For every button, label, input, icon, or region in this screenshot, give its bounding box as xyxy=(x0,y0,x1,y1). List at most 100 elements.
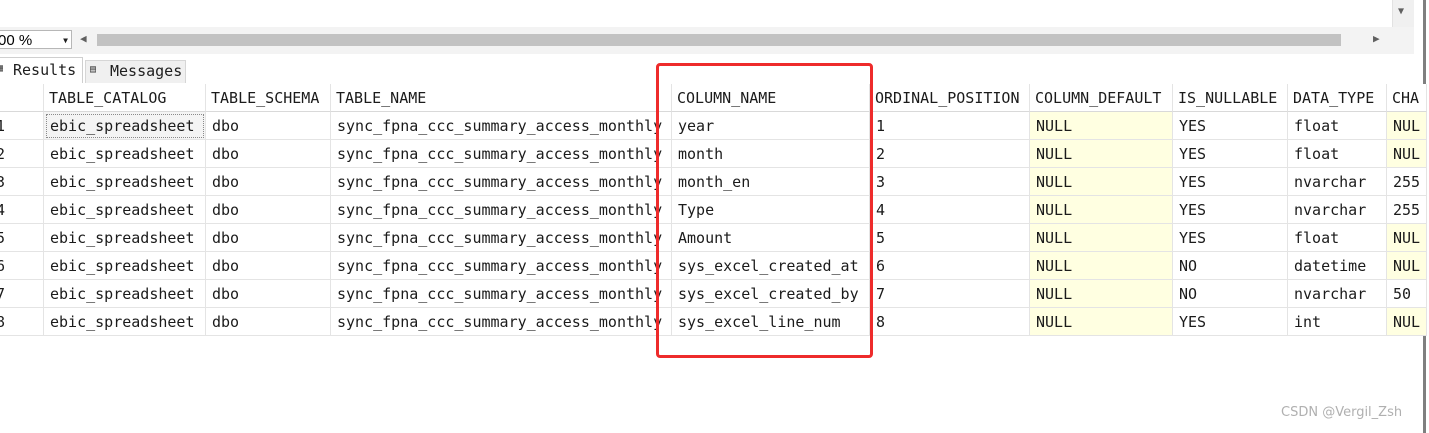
grid-cell[interactable]: YES xyxy=(1173,308,1288,336)
horizontal-scrollbar-thumb[interactable] xyxy=(97,34,1341,46)
grid-cell[interactable]: nvarchar xyxy=(1288,196,1387,224)
row-number[interactable]: 8 xyxy=(0,308,44,336)
scroll-down-icon[interactable]: ▼ xyxy=(1398,6,1404,17)
grid-cell[interactable]: YES xyxy=(1173,112,1288,140)
row-number[interactable]: 4 xyxy=(0,196,44,224)
grid-cell[interactable]: sync_fpna_ccc_summary_access_monthly xyxy=(331,112,672,140)
table-row[interactable]: 1ebic_spreadsheetdbosync_fpna_ccc_summar… xyxy=(0,112,1427,140)
column-header[interactable]: COLUMN_DEFAULT xyxy=(1030,84,1173,112)
grid-cell[interactable]: YES xyxy=(1173,140,1288,168)
grid-cell[interactable]: dbo xyxy=(206,140,331,168)
table-row[interactable]: 4ebic_spreadsheetdbosync_fpna_ccc_summar… xyxy=(0,196,1427,224)
row-number[interactable]: 6 xyxy=(0,252,44,280)
grid-cell[interactable]: sync_fpna_ccc_summary_access_monthly xyxy=(331,168,672,196)
grid-cell[interactable]: 5 xyxy=(870,224,1030,252)
column-header[interactable]: ORDINAL_POSITION xyxy=(870,84,1030,112)
tab-results[interactable]: ▦ Results xyxy=(0,57,83,83)
grid-cell[interactable]: sync_fpna_ccc_summary_access_monthly xyxy=(331,196,672,224)
column-header[interactable]: DATA_TYPE xyxy=(1288,84,1387,112)
column-header[interactable]: TABLE_SCHEMA xyxy=(206,84,331,112)
grid-cell[interactable]: YES xyxy=(1173,224,1288,252)
grid-cell[interactable]: NULL xyxy=(1030,140,1173,168)
grid-cell[interactable]: 255 xyxy=(1387,168,1427,196)
editor-vertical-scrollbar[interactable]: ▼ xyxy=(1392,0,1415,27)
grid-cell[interactable]: ebic_spreadsheet xyxy=(44,112,206,140)
table-row[interactable]: 3ebic_spreadsheetdbosync_fpna_ccc_summar… xyxy=(0,168,1427,196)
table-row[interactable]: 7ebic_spreadsheetdbosync_fpna_ccc_summar… xyxy=(0,280,1427,308)
row-number[interactable]: 1 xyxy=(0,112,44,140)
grid-cell[interactable]: 255 xyxy=(1387,196,1427,224)
grid-cell[interactable]: dbo xyxy=(206,280,331,308)
grid-cell[interactable]: NULL xyxy=(1030,196,1173,224)
grid-cell[interactable]: sync_fpna_ccc_summary_access_monthly xyxy=(331,224,672,252)
select-all-corner[interactable] xyxy=(0,84,44,112)
grid-cell[interactable]: NULL xyxy=(1030,168,1173,196)
grid-cell[interactable]: float xyxy=(1288,224,1387,252)
grid-cell[interactable]: nvarchar xyxy=(1288,280,1387,308)
query-editor-area[interactable] xyxy=(0,0,1392,27)
row-number[interactable]: 3 xyxy=(0,168,44,196)
grid-cell[interactable]: dbo xyxy=(206,112,331,140)
column-header[interactable]: IS_NULLABLE xyxy=(1173,84,1288,112)
grid-cell[interactable]: NUL xyxy=(1387,252,1427,280)
table-row[interactable]: 2 ebic_spreadsheetdbosync_fpna_ccc_summar… xyxy=(0,140,1427,168)
grid-cell[interactable]: NO xyxy=(1173,252,1288,280)
table-row[interactable]: 5 ebic_spreadsheetdbosync_fpna_ccc_summar… xyxy=(0,224,1427,252)
grid-cell[interactable]: NUL xyxy=(1387,112,1427,140)
grid-cell[interactable]: month xyxy=(672,140,870,168)
grid-cell[interactable]: int xyxy=(1288,308,1387,336)
grid-cell[interactable]: dbo xyxy=(206,252,331,280)
grid-cell[interactable]: year xyxy=(672,112,870,140)
column-header[interactable]: TABLE_CATALOG xyxy=(44,84,206,112)
grid-header-row[interactable]: TABLE_CATALOG TABLE_SCHEMA TABLE_NAME COLUM… xyxy=(0,84,1427,112)
grid-cell[interactable]: 3 xyxy=(870,168,1030,196)
grid-cell[interactable]: ebic_spreadsheet xyxy=(44,252,206,280)
grid-cell[interactable]: datetime xyxy=(1288,252,1387,280)
tab-messages[interactable]: ▤ Messages xyxy=(85,60,186,83)
grid-cell[interactable]: 50 xyxy=(1387,280,1427,308)
grid-cell[interactable]: float xyxy=(1288,112,1387,140)
grid-cell[interactable]: NO xyxy=(1173,280,1288,308)
grid-cell[interactable]: dbo xyxy=(206,224,331,252)
grid-cell[interactable]: 4 xyxy=(870,196,1030,224)
column-header[interactable]: CHA xyxy=(1387,84,1427,112)
grid-cell[interactable]: float xyxy=(1288,140,1387,168)
grid-cell[interactable]: 1 xyxy=(870,112,1030,140)
grid-cell[interactable]: NUL xyxy=(1387,140,1427,168)
grid-cell[interactable]: ebic_spreadsheet xyxy=(44,140,206,168)
grid-cell[interactable]: sync_fpna_ccc_summary_access_monthly xyxy=(331,140,672,168)
grid-cell[interactable]: ebic_spreadsheet xyxy=(44,168,206,196)
row-number[interactable]: 7 xyxy=(0,280,44,308)
grid-cell[interactable]: nvarchar xyxy=(1288,168,1387,196)
grid-cell[interactable]: YES xyxy=(1173,168,1288,196)
grid-cell[interactable]: sys_excel_created_by xyxy=(672,280,870,308)
grid-cell[interactable]: NULL xyxy=(1030,112,1173,140)
grid-cell[interactable]: sys_excel_line_num xyxy=(672,308,870,336)
grid-cell[interactable]: month_en xyxy=(672,168,870,196)
grid-cell[interactable]: ebic_spreadsheet xyxy=(44,224,206,252)
grid-cell[interactable]: NULL xyxy=(1030,252,1173,280)
grid-cell[interactable]: sync_fpna_ccc_summary_access_monthly xyxy=(331,280,672,308)
grid-cell[interactable]: Type xyxy=(672,196,870,224)
results-grid[interactable]: TABLE_CATALOG TABLE_SCHEMA TABLE_NAME COLUM… xyxy=(0,84,1427,338)
grid-cell[interactable]: ebic_spreadsheet xyxy=(44,196,206,224)
grid-cell[interactable]: YES xyxy=(1173,196,1288,224)
grid-cell[interactable]: sync_fpna_ccc_summary_access_monthly xyxy=(331,308,672,336)
grid-cell[interactable]: sync_fpna_ccc_summary_access_monthly xyxy=(331,252,672,280)
grid-cell[interactable]: ebic_spreadsheet xyxy=(44,280,206,308)
grid-cell[interactable]: NULL xyxy=(1030,280,1173,308)
grid-cell[interactable]: NUL xyxy=(1387,308,1427,336)
column-header[interactable]: TABLE_NAME xyxy=(331,84,672,112)
grid-cell[interactable]: ebic_spreadsheet xyxy=(44,308,206,336)
grid-cell[interactable]: NUL xyxy=(1387,224,1427,252)
grid-cell[interactable]: dbo xyxy=(206,196,331,224)
grid-cell[interactable]: 2 xyxy=(870,140,1030,168)
grid-cell[interactable]: 8 xyxy=(870,308,1030,336)
grid-cell[interactable]: dbo xyxy=(206,168,331,196)
grid-cell[interactable]: NULL xyxy=(1030,224,1173,252)
column-header[interactable]: COLUMN_NAME xyxy=(672,84,870,112)
grid-cell[interactable]: dbo xyxy=(206,308,331,336)
table-row[interactable]: 8ebic_spreadsheetdbosync_fpna_ccc_summar… xyxy=(0,308,1427,336)
table-row[interactable]: 6ebic_spreadsheetdbosync_fpna_ccc_summar… xyxy=(0,252,1427,280)
grid-cell[interactable]: NULL xyxy=(1030,308,1173,336)
